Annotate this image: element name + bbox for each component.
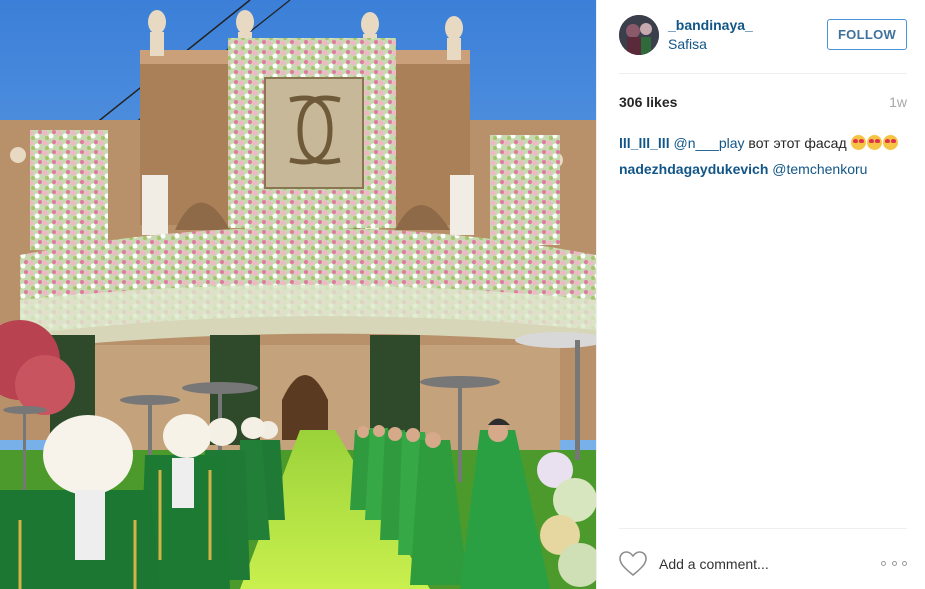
comment-list: lll_lll_lll @n___play вот этот фасад nad… (619, 130, 907, 182)
dot-icon (891, 560, 897, 566)
photo-image (0, 0, 596, 589)
post-sidebar: _bandinaya_ Safisa FOLLOW 306 likes 1w l… (596, 0, 925, 589)
heart-icon (619, 551, 647, 577)
comment-item: lll_lll_lll @n___play вот этот фасад (619, 130, 907, 156)
location-link[interactable]: Safisa (668, 36, 707, 52)
post-header: _bandinaya_ Safisa FOLLOW (619, 0, 907, 74)
likes-count[interactable]: 306 likes (619, 94, 677, 110)
dot-icon (902, 560, 907, 566)
post-time[interactable]: 1w (889, 94, 907, 110)
heart-eyes-emoji-icon (866, 135, 882, 150)
add-comment-input[interactable] (659, 553, 879, 575)
avatar[interactable] (619, 15, 659, 55)
comment-item: nadezhdagaydukevich @temchenkoru (619, 156, 907, 182)
more-options-icon[interactable] (881, 556, 907, 570)
comment-text: вот этот фасад (744, 135, 851, 151)
follow-button[interactable]: FOLLOW (827, 19, 907, 50)
heart-eyes-emoji-icon (882, 135, 898, 150)
username-link[interactable]: _bandinaya_ (668, 17, 753, 33)
post-stats: 306 likes 1w (619, 94, 907, 112)
comment-author[interactable]: lll_lll_lll (619, 135, 670, 151)
comment-mention[interactable]: @n___play (673, 135, 744, 151)
comment-mention[interactable]: @temchenkoru (772, 161, 867, 177)
like-button[interactable] (619, 551, 647, 577)
comment-author[interactable]: nadezhdagaydukevich (619, 161, 768, 177)
heart-eyes-emoji-icon (850, 135, 866, 150)
dot-icon (881, 560, 886, 566)
avatar-image (619, 15, 659, 55)
comment-footer (619, 528, 907, 589)
post-photo[interactable] (0, 0, 596, 589)
